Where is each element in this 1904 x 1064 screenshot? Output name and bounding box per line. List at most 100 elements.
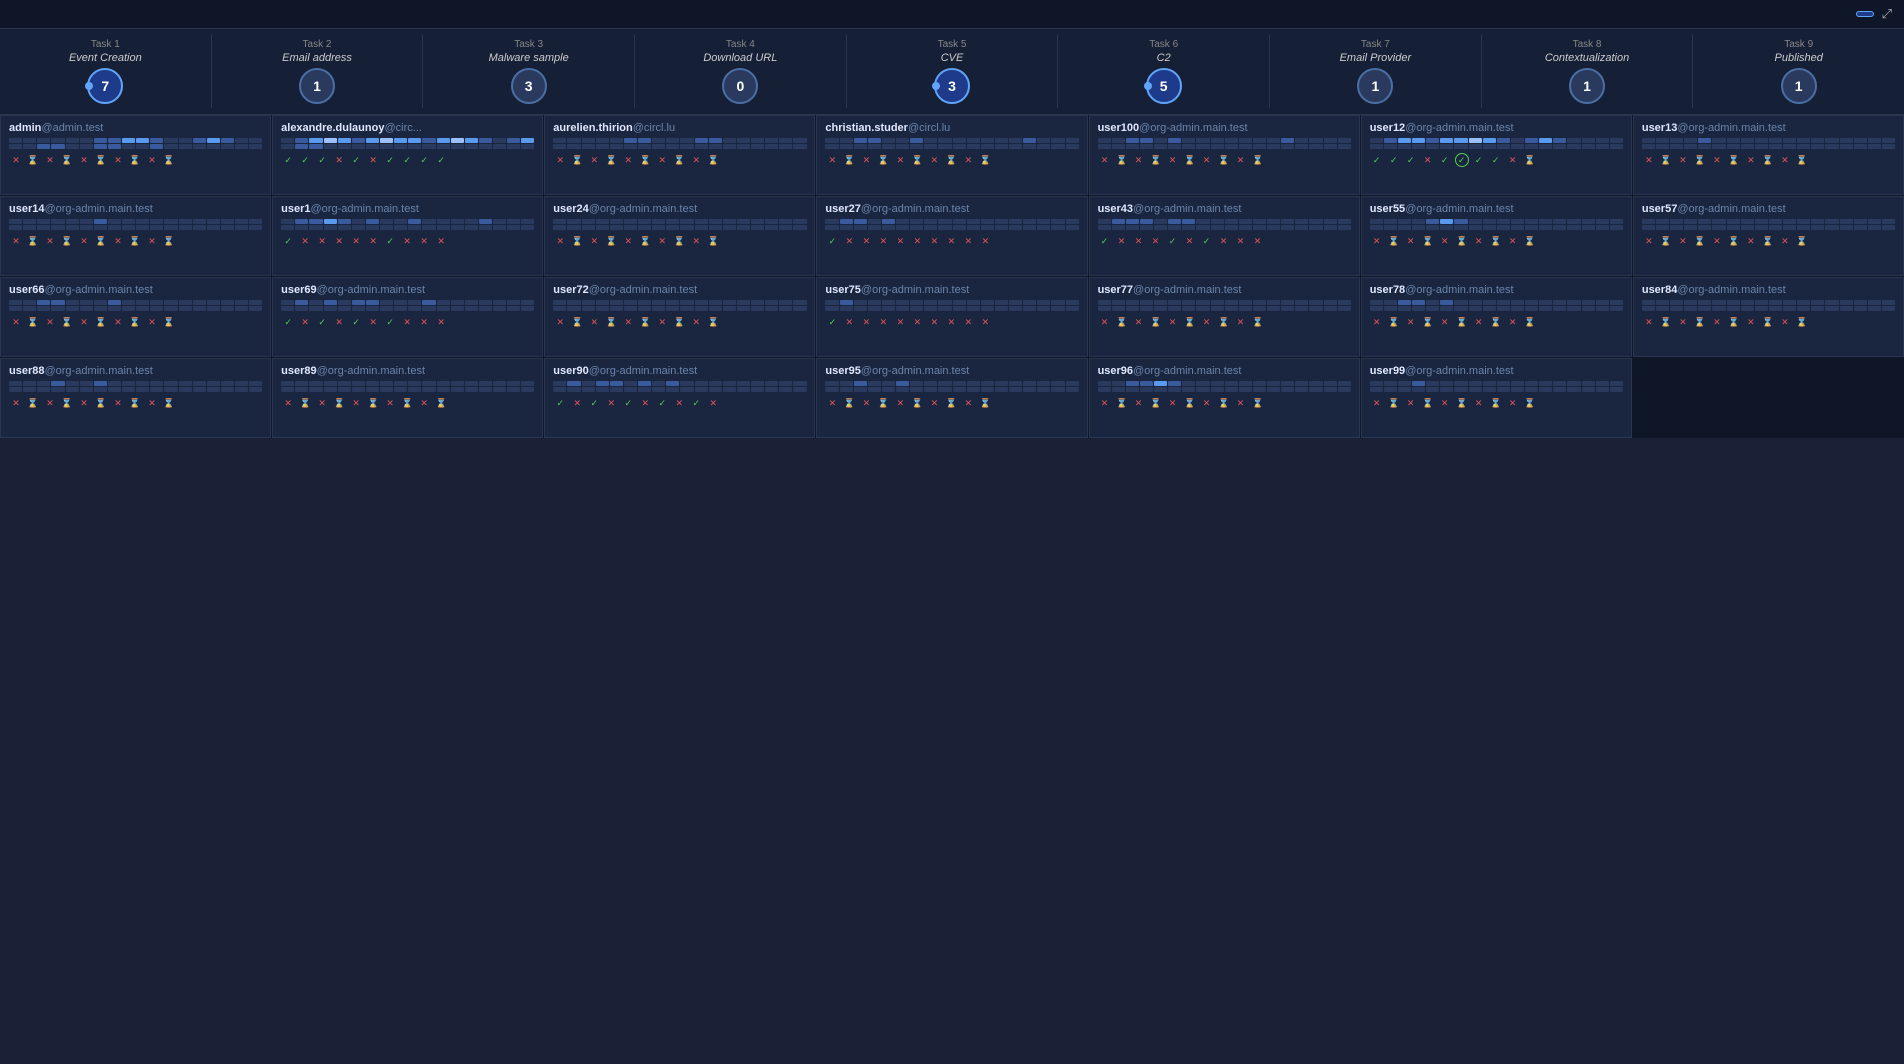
x-icon[interactable]: ✕ [9, 234, 23, 248]
x-icon[interactable]: ✕ [349, 396, 363, 410]
check-icon[interactable]: ✓ [1166, 234, 1180, 248]
x-icon[interactable]: ✕ [1472, 315, 1486, 329]
hourglass-icon[interactable]: ⌛ [1693, 234, 1707, 248]
hourglass-icon[interactable]: ⌛ [60, 396, 74, 410]
x-icon[interactable]: ✕ [1234, 153, 1248, 167]
hourglass-icon[interactable]: ⌛ [638, 234, 652, 248]
x-icon[interactable]: ✕ [1404, 396, 1418, 410]
x-icon[interactable]: ✕ [1472, 234, 1486, 248]
x-icon[interactable]: ✕ [145, 234, 159, 248]
x-icon[interactable]: ✕ [111, 396, 125, 410]
x-icon[interactable]: ✕ [366, 234, 380, 248]
x-icon[interactable]: ✕ [417, 234, 431, 248]
hourglass-icon[interactable]: ⌛ [94, 234, 108, 248]
hourglass-icon[interactable]: ⌛ [944, 396, 958, 410]
task-col-8[interactable]: Task 8Contextualization1 [1482, 35, 1694, 108]
x-icon[interactable]: ✕ [1166, 396, 1180, 410]
hourglass-icon[interactable]: ⌛ [162, 234, 176, 248]
hourglass-icon[interactable]: ⌛ [1795, 153, 1809, 167]
x-icon[interactable]: ✕ [1438, 234, 1452, 248]
x-icon[interactable]: ✕ [621, 234, 635, 248]
x-icon[interactable]: ✕ [893, 315, 907, 329]
x-icon[interactable]: ✕ [553, 315, 567, 329]
hourglass-icon[interactable]: ⌛ [1387, 234, 1401, 248]
hourglass-icon[interactable]: ⌛ [60, 315, 74, 329]
hourglass-icon[interactable]: ⌛ [26, 396, 40, 410]
x-icon[interactable]: ✕ [842, 315, 856, 329]
x-icon[interactable]: ✕ [9, 396, 23, 410]
task-circle-8[interactable]: 1 [1569, 68, 1605, 104]
x-icon[interactable]: ✕ [1642, 234, 1656, 248]
hourglass-icon[interactable]: ⌛ [1523, 315, 1537, 329]
x-icon[interactable]: ✕ [77, 315, 91, 329]
x-icon[interactable]: ✕ [553, 234, 567, 248]
hourglass-icon[interactable]: ⌛ [94, 153, 108, 167]
x-icon[interactable]: ✕ [961, 315, 975, 329]
x-icon[interactable]: ✕ [77, 396, 91, 410]
check-icon[interactable]: ✓ [621, 396, 635, 410]
hourglass-icon[interactable]: ⌛ [1455, 396, 1469, 410]
hourglass-icon[interactable]: ⌛ [1183, 315, 1197, 329]
x-icon[interactable]: ✕ [43, 153, 57, 167]
hourglass-icon[interactable]: ⌛ [570, 153, 584, 167]
task-circle-1[interactable]: 7 [87, 68, 123, 104]
check-icon[interactable]: ✓ [689, 396, 703, 410]
hourglass-icon[interactable]: ⌛ [1523, 396, 1537, 410]
hourglass-icon[interactable]: ⌛ [1251, 396, 1265, 410]
expand-icon[interactable]: ⤢ [1882, 6, 1892, 22]
x-icon[interactable]: ✕ [1506, 234, 1520, 248]
x-icon[interactable]: ✕ [961, 396, 975, 410]
x-icon[interactable]: ✕ [961, 234, 975, 248]
hourglass-icon[interactable]: ⌛ [60, 234, 74, 248]
hourglass-icon[interactable]: ⌛ [1727, 315, 1741, 329]
x-icon[interactable]: ✕ [145, 315, 159, 329]
x-icon[interactable]: ✕ [1506, 396, 1520, 410]
x-icon[interactable]: ✕ [978, 234, 992, 248]
hourglass-icon[interactable]: ⌛ [1217, 396, 1231, 410]
x-icon[interactable]: ✕ [145, 153, 159, 167]
hourglass-icon[interactable]: ⌛ [842, 153, 856, 167]
x-icon[interactable]: ✕ [621, 153, 635, 167]
x-icon[interactable]: ✕ [1132, 315, 1146, 329]
level-badge[interactable] [1856, 11, 1874, 17]
hourglass-icon[interactable]: ⌛ [706, 315, 720, 329]
x-icon[interactable]: ✕ [77, 153, 91, 167]
check-circle-icon[interactable]: ✓ [1455, 153, 1469, 167]
hourglass-icon[interactable]: ⌛ [1489, 234, 1503, 248]
x-icon[interactable]: ✕ [9, 153, 23, 167]
check-icon[interactable]: ✓ [383, 234, 397, 248]
hourglass-icon[interactable]: ⌛ [366, 396, 380, 410]
hourglass-icon[interactable]: ⌛ [1693, 153, 1707, 167]
x-icon[interactable]: ✕ [366, 315, 380, 329]
check-icon[interactable]: ✓ [1438, 153, 1452, 167]
hourglass-icon[interactable]: ⌛ [26, 153, 40, 167]
x-icon[interactable]: ✕ [1710, 234, 1724, 248]
x-icon[interactable]: ✕ [434, 234, 448, 248]
x-icon[interactable]: ✕ [587, 153, 601, 167]
hourglass-icon[interactable]: ⌛ [1727, 153, 1741, 167]
hourglass-icon[interactable]: ⌛ [434, 396, 448, 410]
x-icon[interactable]: ✕ [689, 234, 703, 248]
check-icon[interactable]: ✓ [281, 153, 295, 167]
hourglass-icon[interactable]: ⌛ [1659, 234, 1673, 248]
hourglass-icon[interactable]: ⌛ [604, 234, 618, 248]
hourglass-icon[interactable]: ⌛ [978, 396, 992, 410]
x-icon[interactable]: ✕ [944, 315, 958, 329]
x-icon[interactable]: ✕ [315, 396, 329, 410]
x-icon[interactable]: ✕ [927, 396, 941, 410]
x-icon[interactable]: ✕ [1234, 234, 1248, 248]
task-col-7[interactable]: Task 7Email Provider1 [1270, 35, 1482, 108]
x-icon[interactable]: ✕ [570, 396, 584, 410]
x-icon[interactable]: ✕ [1251, 234, 1265, 248]
hourglass-icon[interactable]: ⌛ [944, 153, 958, 167]
x-icon[interactable]: ✕ [332, 153, 346, 167]
hourglass-icon[interactable]: ⌛ [1149, 396, 1163, 410]
check-icon[interactable]: ✓ [383, 315, 397, 329]
hourglass-icon[interactable]: ⌛ [94, 315, 108, 329]
task-col-4[interactable]: Task 4Download URL0 [635, 35, 847, 108]
hourglass-icon[interactable]: ⌛ [26, 234, 40, 248]
hourglass-icon[interactable]: ⌛ [162, 396, 176, 410]
hourglass-icon[interactable]: ⌛ [1727, 234, 1741, 248]
task-col-2[interactable]: Task 2Email address1 [212, 35, 424, 108]
task-circle-3[interactable]: 3 [511, 68, 547, 104]
